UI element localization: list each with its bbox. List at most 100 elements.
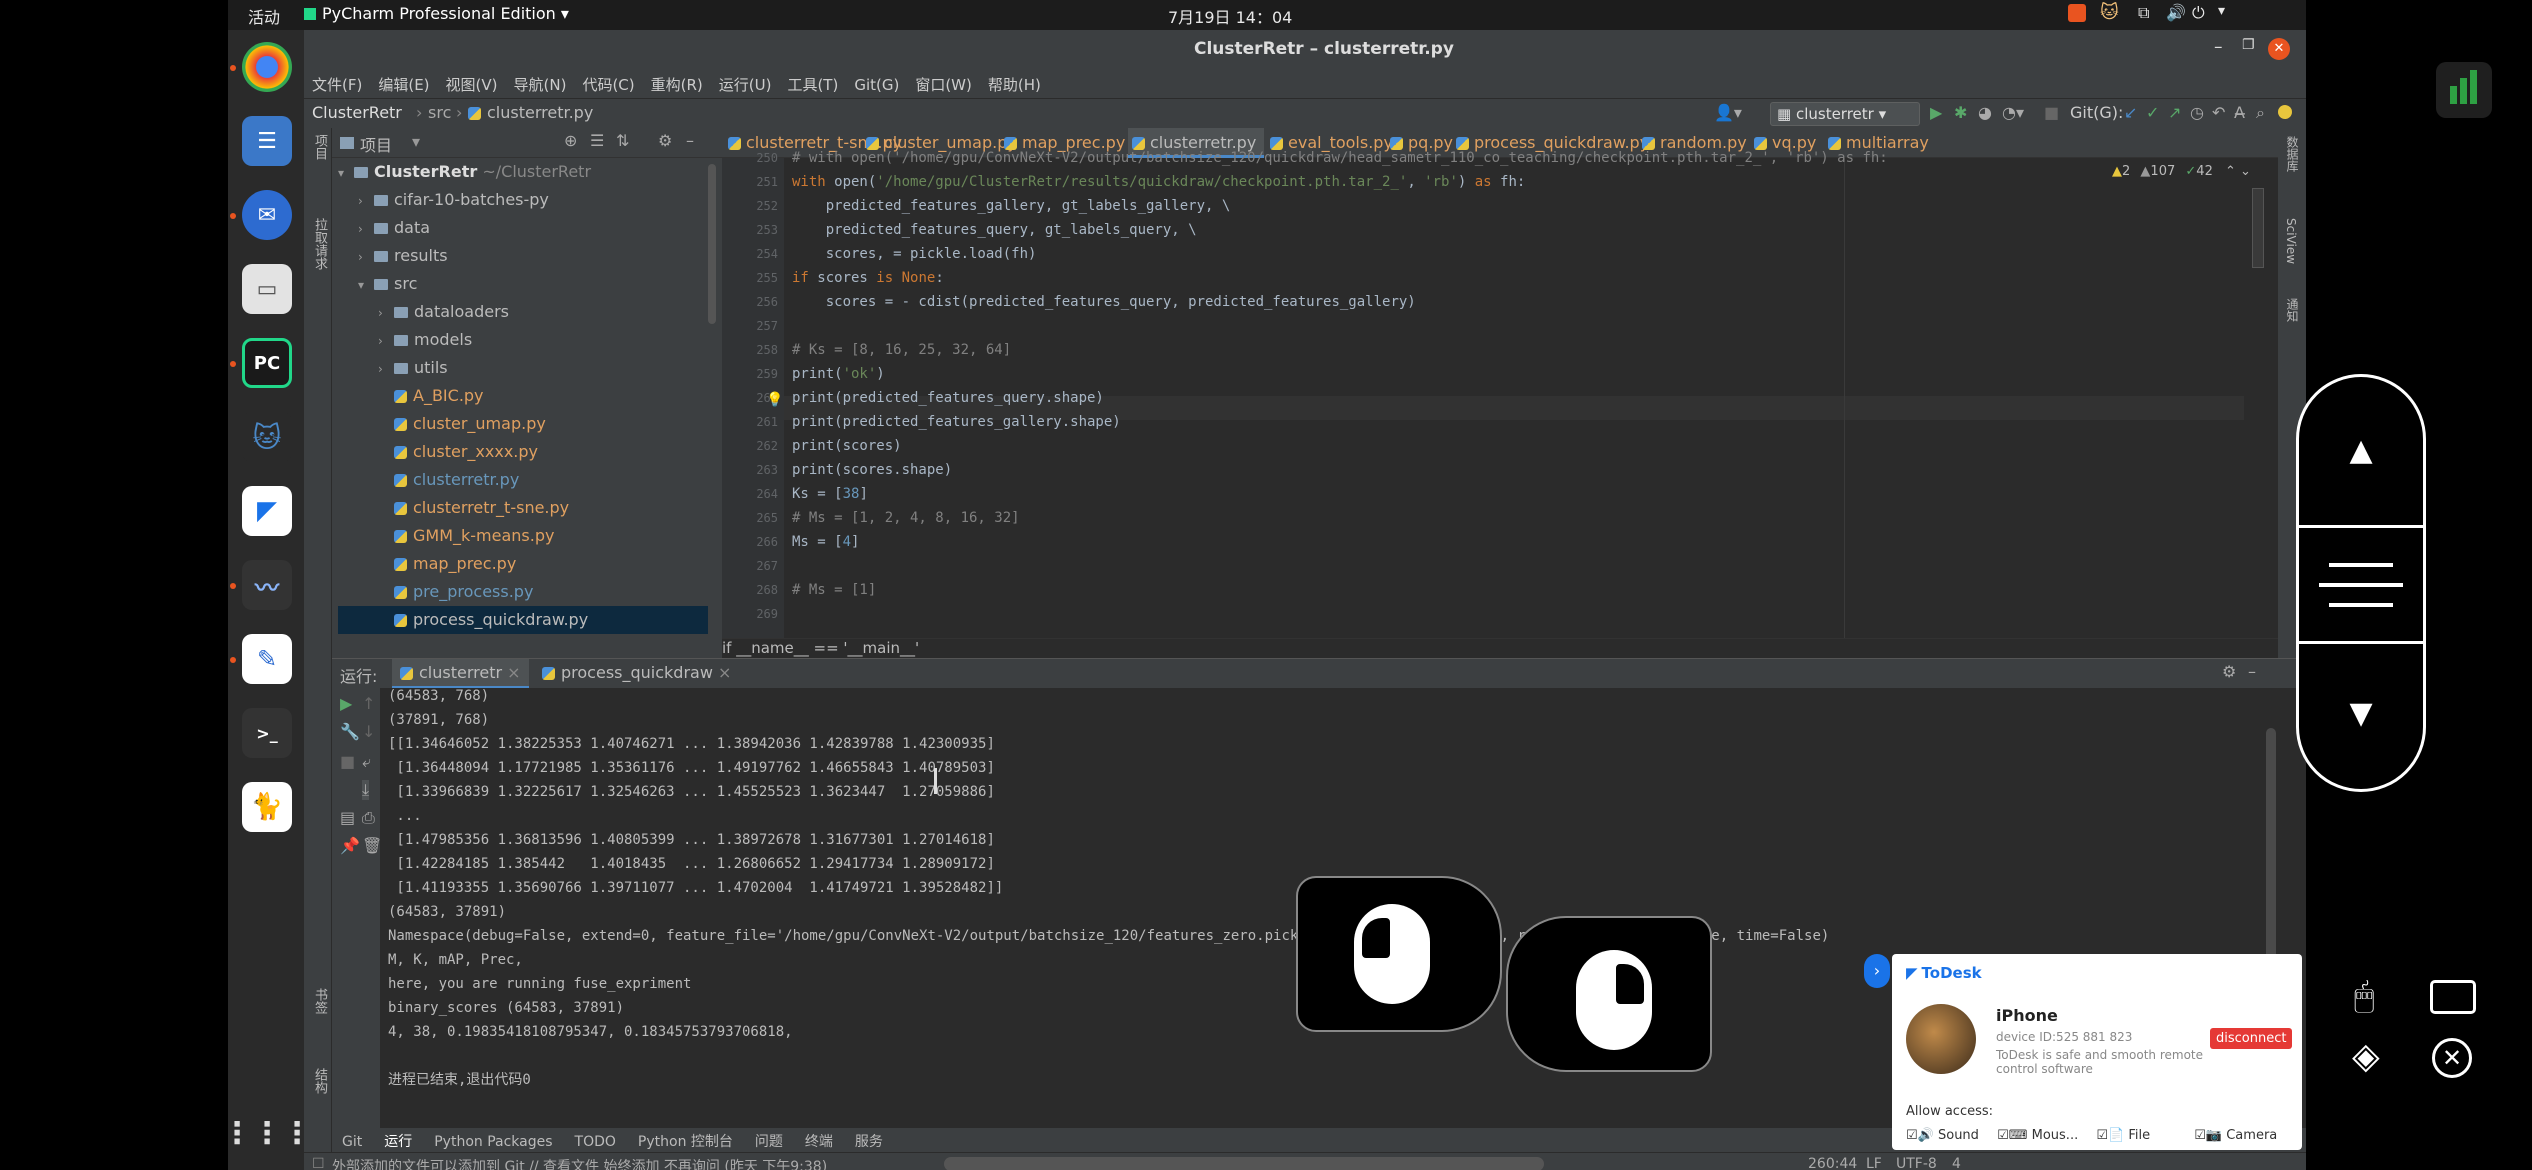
show-apps-icon[interactable]: ⋮⋮⋮: [228, 1108, 312, 1158]
bottom-tool-tab[interactable]: Git: [342, 1134, 362, 1150]
code-line[interactable]: scores = - cdist(predicted_features_quer…: [792, 290, 1416, 314]
menu-item[interactable]: 重构(R): [651, 76, 703, 94]
expand-arrow-icon[interactable]: ›: [358, 187, 374, 215]
menu-item[interactable]: 窗口(W): [915, 76, 972, 94]
stop-icon[interactable]: ■: [2044, 103, 2059, 122]
nav-folder[interactable]: src: [428, 103, 451, 122]
mail-icon[interactable]: ✉: [242, 190, 292, 240]
git-update-icon[interactable]: ↙: [2124, 103, 2137, 122]
sound-permission[interactable]: ☑🔊 Sound: [1906, 1128, 1979, 1143]
code-line[interactable]: # Ks = [8, 16, 25, 32, 64]: [792, 338, 1011, 362]
bottom-tool-tab[interactable]: TODO: [575, 1134, 616, 1150]
caret-position[interactable]: 260:44: [1808, 1156, 1857, 1170]
keyboard-icon[interactable]: [2430, 980, 2476, 1014]
print-icon[interactable]: ⎙: [362, 808, 375, 828]
menu-item[interactable]: 帮助(H): [988, 76, 1041, 94]
network-icon[interactable]: ⧉: [2138, 3, 2149, 23]
minimize-button[interactable]: –: [2214, 37, 2223, 57]
pull-requests-side-tab[interactable]: 拉取请求: [310, 218, 329, 270]
down-icon[interactable]: ↓: [362, 722, 375, 741]
debug-icon[interactable]: ✱: [1954, 103, 1967, 122]
tree-file[interactable]: cluster_umap.py: [378, 410, 546, 438]
app-menu[interactable]: PyCharm Professional Edition ▾: [304, 4, 569, 23]
intention-bulb-icon[interactable]: 💡: [766, 392, 783, 408]
menu-item[interactable]: 文件(F): [312, 76, 362, 94]
git-commit-icon[interactable]: ✓: [2146, 103, 2159, 122]
run-config-select[interactable]: ▦ clusterretr ▾: [1770, 102, 1920, 126]
bottom-tool-tab[interactable]: Python Packages: [434, 1134, 552, 1150]
cat-tray-icon[interactable]: 🐱: [2100, 2, 2119, 23]
camera-permission[interactable]: ☑📷 Camera: [2194, 1128, 2277, 1143]
tree-file[interactable]: GMM_k-means.py: [378, 522, 554, 550]
breadcrumb-main[interactable]: if __name__ == '__main__': [722, 639, 919, 657]
expand-all-icon[interactable]: ☰: [590, 131, 604, 150]
run-settings-gear-icon[interactable]: ⚙: [2222, 662, 2236, 681]
system-monitor-icon[interactable]: 〰: [242, 560, 292, 610]
code-line[interactable]: Ms = [4]: [792, 530, 859, 554]
layers-icon[interactable]: ◈: [2352, 1036, 2380, 1077]
tree-folder[interactable]: › results: [358, 242, 448, 270]
tree-file[interactable]: clusterretr_t-sne.py: [378, 494, 569, 522]
layout-icon[interactable]: ▤: [340, 808, 355, 827]
editor-scrollbar[interactable]: [2252, 188, 2264, 268]
power-icon[interactable]: ⏻: [2192, 3, 2205, 23]
stats-button[interactable]: [2436, 62, 2492, 118]
text-editor-icon[interactable]: ✎: [242, 634, 292, 684]
bottom-tool-tab[interactable]: 运行: [384, 1134, 412, 1150]
disconnect-button[interactable]: disconnect: [2210, 1028, 2293, 1049]
rollback-icon[interactable]: ↶: [2212, 103, 2225, 122]
pin-icon[interactable]: 📌: [340, 836, 360, 855]
user-icon[interactable]: 👤▾: [1714, 103, 1742, 122]
tree-root[interactable]: ▾ ClusterRetr ~/ClusterRetr: [338, 158, 591, 186]
line-separator[interactable]: LF: [1866, 1156, 1882, 1170]
run-hide-icon[interactable]: –: [2248, 662, 2256, 681]
code-area[interactable]: # with open('/home/gpu/ConvNeXt-V2/outpu…: [784, 150, 2244, 638]
tree-file[interactable]: clusterretr.py: [378, 466, 519, 494]
mouse-permission[interactable]: ☑⌨ Mous...: [1997, 1128, 2078, 1143]
mouse-mode-icon[interactable]: 🖱: [2354, 976, 2374, 1016]
tree-folder[interactable]: › utils: [378, 354, 448, 382]
bottom-tool-tab[interactable]: 问题: [755, 1134, 783, 1150]
tree-folder[interactable]: › cifar-10-batches-py: [358, 186, 549, 214]
file-encoding[interactable]: UTF-8: [1896, 1156, 1937, 1170]
hide-panel-icon[interactable]: –: [686, 131, 694, 150]
expand-arrow-icon[interactable]: ›: [358, 215, 374, 243]
tree-folder[interactable]: › data: [358, 214, 430, 242]
indent-setting[interactable]: 4: [1952, 1156, 1961, 1170]
docs-icon[interactable]: ☰: [242, 116, 292, 166]
scroll-up-button[interactable]: ▲: [2299, 377, 2423, 525]
chrome-icon[interactable]: [242, 42, 292, 92]
code-line[interactable]: Ks = [38]: [792, 482, 868, 506]
stop-run-icon[interactable]: ■: [340, 752, 355, 771]
menu-item[interactable]: 工具(T): [787, 76, 838, 94]
code-line[interactable]: print(scores): [792, 434, 902, 458]
code-line[interactable]: scores, = pickle.load(fh): [792, 242, 1037, 266]
project-scrollbar[interactable]: [708, 164, 716, 324]
soft-wrap-icon[interactable]: ⤶: [362, 752, 371, 772]
up-icon[interactable]: ↑: [362, 694, 375, 713]
volume-icon[interactable]: 🔊: [2166, 3, 2186, 22]
system-menu-chevron-icon[interactable]: ▾: [2218, 3, 2225, 19]
tree-file[interactable]: process_quickdraw.py: [338, 606, 708, 634]
run-icon[interactable]: ▶: [1930, 103, 1942, 122]
code-line[interactable]: predicted_features_query, gt_labels_quer…: [792, 218, 1197, 242]
code-line[interactable]: print(predicted_features_gallery.shape): [792, 410, 1121, 434]
menu-item[interactable]: 代码(C): [582, 76, 634, 94]
bottom-tool-tab[interactable]: 终端: [805, 1134, 833, 1150]
menu-item[interactable]: 视图(V): [446, 76, 498, 94]
bottom-tool-tab[interactable]: 服务: [855, 1134, 883, 1150]
close-button[interactable]: ✕: [2268, 38, 2290, 60]
code-line[interactable]: if scores is None:: [792, 266, 944, 290]
activities-button[interactable]: 活动: [248, 4, 280, 28]
menu-item[interactable]: 编辑(E): [378, 76, 429, 94]
code-line[interactable]: # Ms = [1]: [792, 578, 876, 602]
scroll-pad[interactable]: ▲ ▼: [2296, 374, 2426, 792]
run-tab-process-quickdraw[interactable]: process_quickdraw ×: [542, 663, 731, 682]
menu-item[interactable]: 运行(U): [719, 76, 772, 94]
expand-arrow-icon[interactable]: ▾: [358, 271, 374, 299]
tree-file[interactable]: A_BIC.py: [378, 382, 484, 410]
cat-app-icon[interactable]: 🐱: [242, 412, 292, 462]
tree-file[interactable]: map_prec.py: [378, 550, 516, 578]
code-line[interactable]: print(predicted_features_query.shape): [792, 386, 1104, 410]
structure-side-tab[interactable]: 结构: [310, 1068, 329, 1094]
